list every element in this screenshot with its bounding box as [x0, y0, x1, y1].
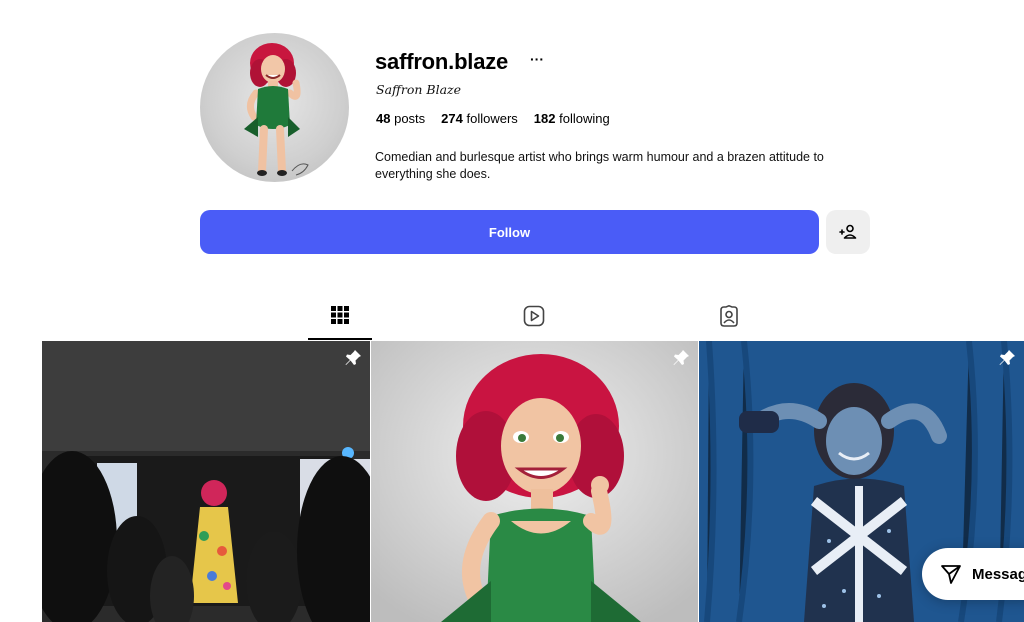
message-button-label: Message — [972, 565, 1024, 583]
following-stat[interactable]: 182 following — [534, 111, 610, 126]
followers-count: 274 — [441, 111, 463, 126]
posts-count: 48 — [376, 111, 391, 126]
reels-icon — [523, 305, 545, 327]
pin-icon — [345, 350, 361, 365]
pinned-post-indicator — [344, 349, 362, 367]
more-options-button[interactable]: ··· — [530, 51, 544, 67]
post-image-cartoon-portrait — [371, 341, 698, 622]
add-person-icon — [839, 224, 857, 239]
followers-stat[interactable]: 274 followers — [441, 111, 518, 126]
pinned-post-indicator — [998, 349, 1016, 367]
send-icon — [941, 565, 961, 584]
follow-button[interactable]: Follow — [200, 210, 819, 254]
post-image-stage-show — [42, 341, 370, 622]
pin-icon — [999, 350, 1015, 365]
post-tile[interactable] — [42, 341, 370, 622]
tab-tagged[interactable] — [697, 300, 761, 340]
post-tile[interactable] — [371, 341, 698, 622]
tagged-icon — [720, 305, 738, 327]
pinned-post-indicator — [672, 349, 690, 367]
tab-posts[interactable] — [308, 300, 372, 340]
tab-reels[interactable] — [502, 300, 566, 340]
followers-label: followers — [466, 111, 518, 126]
posts-label: posts — [394, 111, 426, 126]
profile-stats: 48 posts 274 followers 182 following — [376, 111, 610, 126]
grid-icon — [331, 306, 349, 324]
message-button[interactable]: Message — [922, 548, 1024, 600]
profile-avatar[interactable] — [200, 33, 349, 182]
avatar-illustration — [244, 43, 309, 176]
pin-icon — [673, 350, 689, 365]
suggested-accounts-button[interactable] — [826, 210, 870, 254]
full-name: Saffron Blaze — [376, 82, 462, 97]
profile-bio: Comedian and burlesque artist who brings… — [375, 150, 824, 181]
posts-stat: 48 posts — [376, 111, 425, 126]
following-label: following — [559, 111, 610, 126]
username: saffron.blaze — [375, 49, 509, 74]
following-count: 182 — [533, 111, 556, 126]
